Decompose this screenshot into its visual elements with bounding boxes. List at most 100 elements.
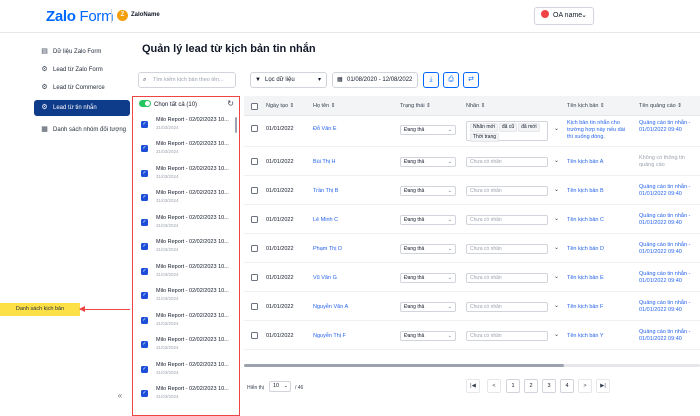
list-item[interactable]: ✓ Milo Report - 02/02/2023 10... 31/03/202… xyxy=(133,284,235,308)
tags-select[interactable]: Chưa có nhãn xyxy=(466,244,548,254)
row-checkbox[interactable] xyxy=(251,158,258,165)
tags-select[interactable]: Chưa có nhãn xyxy=(466,331,548,341)
sidebar-item-audience-list[interactable]: ▦ Danh sách nhóm đối tượng xyxy=(34,122,130,138)
row-checkbox[interactable] xyxy=(251,125,258,132)
page-button[interactable]: 1 xyxy=(506,379,520,393)
expand-icon[interactable]: ⌄ xyxy=(554,244,559,251)
cell-name[interactable]: Vũ Văn G xyxy=(313,275,337,281)
list-scrollbar[interactable] xyxy=(235,117,237,133)
table-row[interactable]: 01/01/2022 Lê Minh C Đang thả ⌄ Chưa có n… xyxy=(244,205,700,234)
row-checkbox[interactable] xyxy=(251,274,258,281)
row-checkbox[interactable] xyxy=(251,245,258,252)
list-item[interactable]: ✓ Milo Report - 02/02/2023 10... 31/03/202… xyxy=(133,260,235,284)
cell-ad[interactable]: Quảng cáo tin nhắn - 01/01/2022 09:40 xyxy=(639,213,700,227)
first-page-button[interactable]: |◀ xyxy=(466,379,480,393)
cell-name[interactable]: Bùi Thị H xyxy=(313,159,336,165)
expand-icon[interactable]: ⌄ xyxy=(554,273,559,280)
expand-icon[interactable]: ⌄ xyxy=(554,215,559,222)
prev-page-button[interactable]: < xyxy=(487,379,501,393)
header-ad[interactable]: Tên quảng cáo ⇕ xyxy=(639,96,682,116)
refresh-icon[interactable]: ↻ xyxy=(227,99,234,108)
row-checkbox[interactable] xyxy=(251,303,258,310)
status-select[interactable]: Đang thả ⌄ xyxy=(400,125,456,135)
cell-scenario[interactable]: Tên kịch bản E xyxy=(567,275,604,281)
cell-scenario[interactable]: Tên kịch bản F xyxy=(567,304,603,310)
tags-select[interactable]: Nhãn mới đã cũ đã mới Thời trang xyxy=(466,121,548,142)
checkbox-checked[interactable]: ✓ xyxy=(141,121,148,128)
status-select[interactable]: Đang thả ⌄ xyxy=(400,244,456,254)
swap-button[interactable]: ⇄ xyxy=(463,72,479,88)
checkbox-checked[interactable]: ✓ xyxy=(141,341,148,348)
list-item[interactable]: ✓ Milo Report - 02/02/2023 10... 31/03/202… xyxy=(133,113,235,137)
select-all-rows-checkbox[interactable] xyxy=(251,103,258,110)
list-item[interactable]: ✓ Milo Report - 02/02/2023 10... 31/03/202… xyxy=(133,211,235,235)
status-select[interactable]: Đang thả ⌄ xyxy=(400,331,456,341)
cell-ad[interactable]: Quảng cáo tin nhắn - 01/01/2022 09:40 xyxy=(639,184,700,198)
checkbox-checked[interactable]: ✓ xyxy=(141,194,148,201)
cell-scenario[interactable]: Tên kịch bản Y xyxy=(567,333,604,339)
cell-ad[interactable]: Quảng cáo tin nhắn - 01/01/2022 09:40 xyxy=(639,120,700,134)
status-select[interactable]: Đang thả ⌄ xyxy=(400,273,456,283)
scenario-search-input[interactable]: ⌕ Tìm kiếm kịch bản theo tên... xyxy=(138,72,236,88)
data-filter-select[interactable]: ▼ Lọc dữ liệu ▾ xyxy=(250,72,327,88)
cell-ad[interactable]: Quảng cáo tin nhắn - 01/01/2022 09:40 xyxy=(639,242,700,256)
zalo-form-logo[interactable]: Zalo Form xyxy=(46,8,114,25)
page-button[interactable]: 2 xyxy=(524,379,538,393)
table-row[interactable]: 01/01/2022 Đỗ Văn E Đang thả ⌄ Nhãn mới đã… xyxy=(244,116,700,147)
cell-name[interactable]: Trần Thị B xyxy=(313,188,338,194)
oa-selector[interactable]: OA name ⌄ xyxy=(534,7,594,25)
checkbox-checked[interactable]: ✓ xyxy=(141,317,148,324)
cell-scenario[interactable]: Tên kịch bản A xyxy=(567,159,603,165)
table-horizontal-scrollbar[interactable] xyxy=(244,364,700,367)
tags-select[interactable]: Chưa có nhãn xyxy=(466,273,548,283)
table-row[interactable]: 01/01/2022 Vũ Văn G Đang thả ⌄ Chưa có nh… xyxy=(244,263,700,292)
expand-icon[interactable]: ⌄ xyxy=(554,157,559,164)
expand-icon[interactable]: ⌄ xyxy=(554,186,559,193)
checkbox-checked[interactable]: ✓ xyxy=(141,145,148,152)
header-created[interactable]: Ngày tạo ⇕ xyxy=(266,96,294,116)
checkbox-checked[interactable]: ✓ xyxy=(141,170,148,177)
download-button[interactable]: ⤓ xyxy=(423,72,439,88)
tags-select[interactable]: Chưa có nhãn xyxy=(466,215,548,225)
checkbox-checked[interactable]: ✓ xyxy=(141,268,148,275)
expand-icon[interactable]: ⌄ xyxy=(554,331,559,338)
sidebar-item-lead-commerce[interactable]: ⚙ Lead từ Commerce xyxy=(34,80,130,96)
account-name[interactable]: ZaloName xyxy=(131,12,160,18)
checkbox-checked[interactable]: ✓ xyxy=(141,243,148,250)
table-row[interactable]: 01/01/2022 Trần Thị B Đang thả ⌄ Chưa có … xyxy=(244,176,700,205)
list-item[interactable]: ✓ Milo Report - 02/02/2023 10... 31/03/202… xyxy=(133,309,235,333)
row-checkbox[interactable] xyxy=(251,332,258,339)
tags-select[interactable]: Chưa có nhãn xyxy=(466,302,548,312)
last-page-button[interactable]: ▶| xyxy=(596,379,610,393)
next-page-button[interactable]: > xyxy=(578,379,592,393)
list-item[interactable]: ✓ Milo Report - 02/02/2023 10... 31/03/202… xyxy=(133,162,235,186)
cell-scenario[interactable]: Tên kịch bản C xyxy=(567,217,604,223)
checkbox-checked[interactable]: ✓ xyxy=(141,219,148,226)
page-button[interactable]: 3 xyxy=(542,379,556,393)
sidebar-item-zalo-form-data[interactable]: ▤ Dữ liệu Zalo Form xyxy=(34,44,130,60)
page-button[interactable]: 4 xyxy=(560,379,574,393)
table-row[interactable]: 01/01/2022 Nguyễn Văn A Đang thả ⌄ Chưa c… xyxy=(244,292,700,321)
status-select[interactable]: Đang thả ⌄ xyxy=(400,215,456,225)
sidebar-item-lead-messages[interactable]: ⚙ Lead từ tin nhắn xyxy=(34,100,130,116)
cell-ad[interactable]: Quảng cáo tin nhắn - 01/01/2022 09:40 xyxy=(639,300,700,314)
status-select[interactable]: Đang thả ⌄ xyxy=(400,186,456,196)
header-status[interactable]: Trạng thái ⇕ xyxy=(400,96,431,116)
scrollbar-thumb[interactable] xyxy=(244,364,564,367)
header-scenario[interactable]: Tên kịch bản ⇕ xyxy=(567,96,605,116)
cell-name[interactable]: Lê Minh C xyxy=(313,217,338,223)
table-row[interactable]: 01/01/2022 Bùi Thị H Đang thả ⌄ Chưa có n… xyxy=(244,147,700,176)
per-page-select[interactable]: 10 ⌄ xyxy=(269,381,291,392)
print-button[interactable]: ⎙ xyxy=(443,72,459,88)
cell-scenario[interactable]: Tên kịch bản B xyxy=(567,188,604,194)
cell-ad[interactable]: Quảng cáo tin nhắn - 01/01/2022 09:40 xyxy=(639,271,700,285)
header-tags[interactable]: Nhãn ⇕ xyxy=(466,96,485,116)
table-row[interactable]: 01/01/2022 Phạm Thị D Đang thả ⌄ Chưa có … xyxy=(244,234,700,263)
status-select[interactable]: Đang thả ⌄ xyxy=(400,302,456,312)
expand-icon[interactable]: ⌄ xyxy=(554,302,559,309)
list-item[interactable]: ✓ Milo Report - 02/02/2023 10... 31/03/202… xyxy=(133,235,235,259)
checkbox-checked[interactable]: ✓ xyxy=(141,292,148,299)
cell-name[interactable]: Nguyễn Văn A xyxy=(313,304,348,310)
cell-name[interactable]: Phạm Thị D xyxy=(313,246,342,252)
checkbox-checked[interactable]: ✓ xyxy=(141,366,148,373)
